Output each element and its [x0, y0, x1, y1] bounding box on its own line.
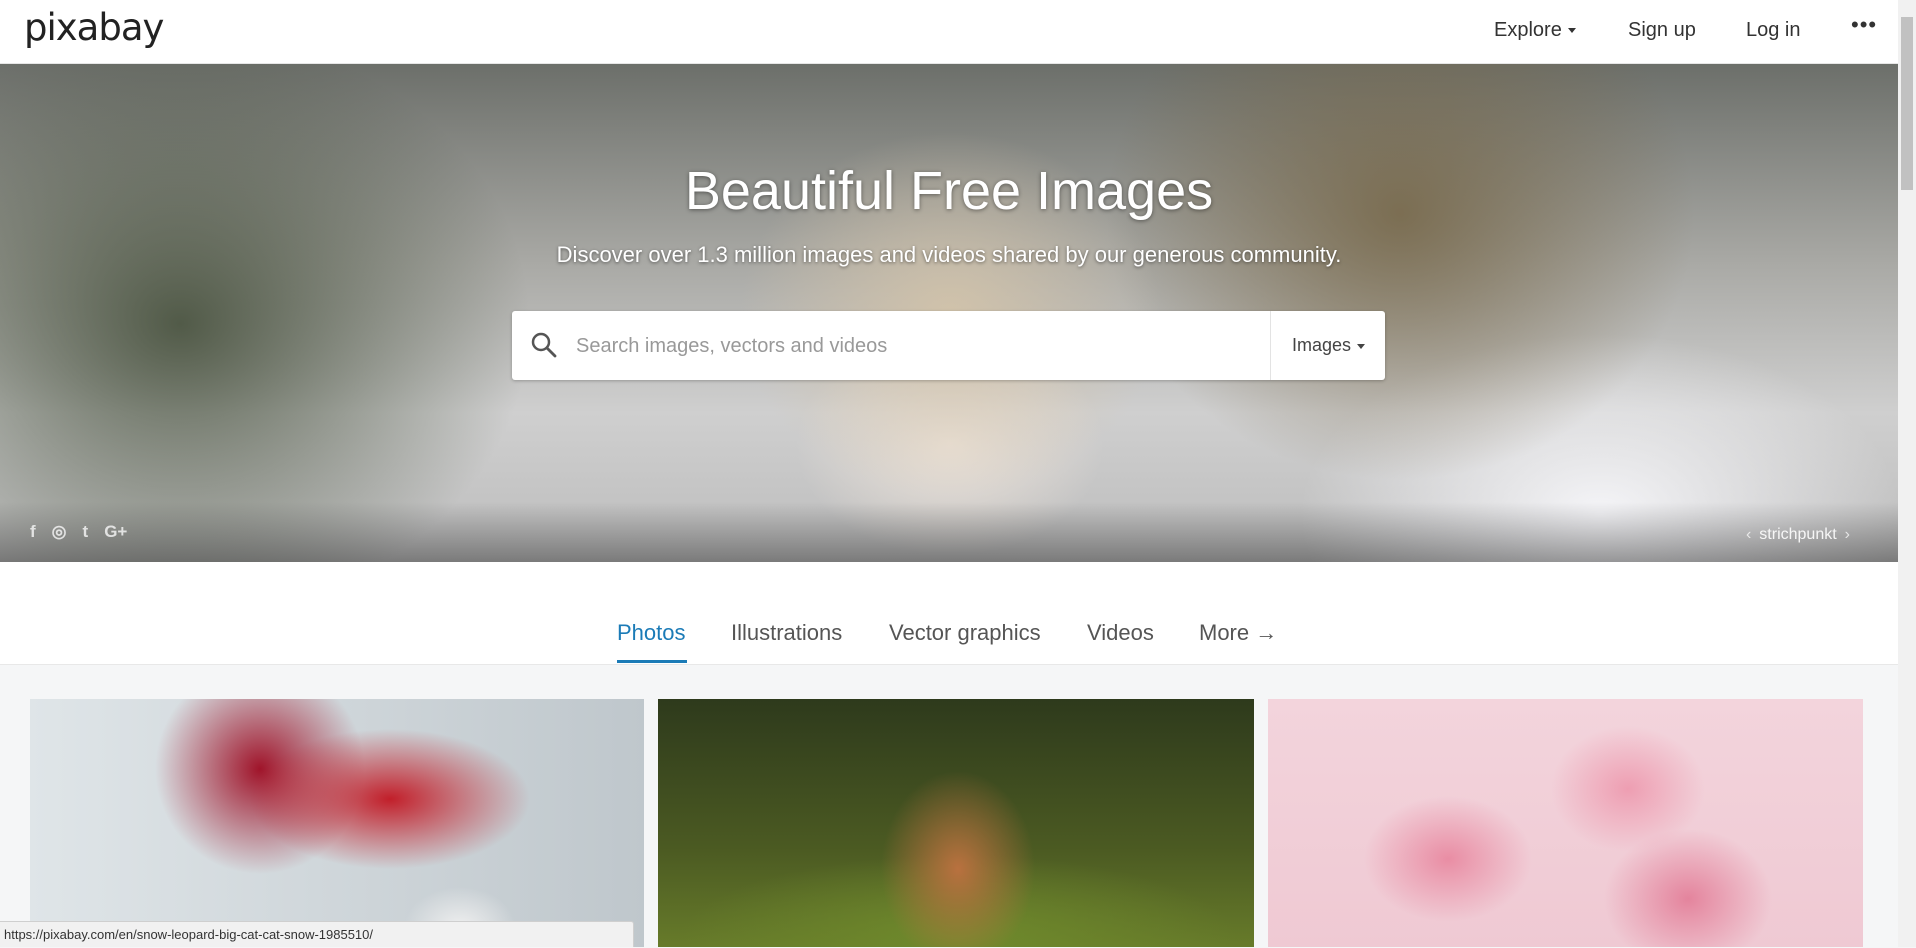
- gallery-image-fox[interactable]: [658, 699, 1254, 947]
- tab-vector-graphics[interactable]: Vector graphics: [889, 620, 1041, 646]
- instagram-icon[interactable]: ◎: [52, 522, 67, 542]
- next-image-icon[interactable]: ›: [1845, 526, 1850, 543]
- hero-banner: Beautiful Free Images Discover over 1.3 …: [0, 64, 1898, 562]
- search-icon[interactable]: [530, 331, 558, 359]
- tab-illustrations[interactable]: Illustrations: [731, 620, 842, 646]
- search-type-label: Images: [1291, 335, 1352, 355]
- scrollbar[interactable]: [1898, 0, 1916, 947]
- chevron-down-icon: [1357, 343, 1366, 349]
- pixabay-logo[interactable]: pixabay: [24, 6, 164, 49]
- facebook-icon[interactable]: f: [30, 522, 36, 542]
- tab-videos[interactable]: Videos: [1087, 620, 1154, 646]
- gallery-image-mask[interactable]: [30, 699, 644, 947]
- hero-shade: [0, 502, 1898, 562]
- gallery-image-roses[interactable]: [1268, 699, 1863, 947]
- signup-link[interactable]: Sign up: [1628, 19, 1696, 42]
- browser-status-bar: https://pixabay.com/en/snow-leopard-big-…: [0, 921, 634, 947]
- previous-image-icon[interactable]: ‹: [1746, 526, 1751, 543]
- scrollbar-thumb[interactable]: [1901, 17, 1913, 190]
- active-tab-indicator: [617, 660, 687, 663]
- more-options-icon[interactable]: •••: [1851, 12, 1877, 38]
- google-plus-icon[interactable]: G+: [104, 522, 127, 542]
- top-navigation: pixabay Explore Sign up Log in •••: [0, 0, 1898, 64]
- chevron-down-icon: [1567, 28, 1576, 34]
- media-type-tabs: Photos Illustrations Vector graphics Vid…: [0, 562, 1898, 665]
- tab-more[interactable]: More →: [1199, 620, 1277, 646]
- explore-label: Explore: [1494, 19, 1562, 41]
- tab-photos[interactable]: Photos: [617, 620, 686, 646]
- twitter-icon[interactable]: t: [83, 522, 89, 542]
- search-box: Images: [512, 311, 1386, 382]
- explore-menu[interactable]: Explore: [1494, 19, 1576, 42]
- login-link[interactable]: Log in: [1746, 19, 1801, 42]
- hero-title: Beautiful Free Images: [684, 161, 1214, 221]
- photo-credit: ‹ strichpunkt ›: [1738, 526, 1858, 544]
- social-links: f ◎ t G+: [30, 522, 127, 542]
- hero-subtitle: Discover over 1.3 million images and vid…: [556, 242, 1342, 267]
- credit-author-link[interactable]: strichpunkt: [1759, 526, 1836, 543]
- search-type-dropdown[interactable]: Images: [1270, 311, 1386, 380]
- search-input[interactable]: [574, 311, 1278, 382]
